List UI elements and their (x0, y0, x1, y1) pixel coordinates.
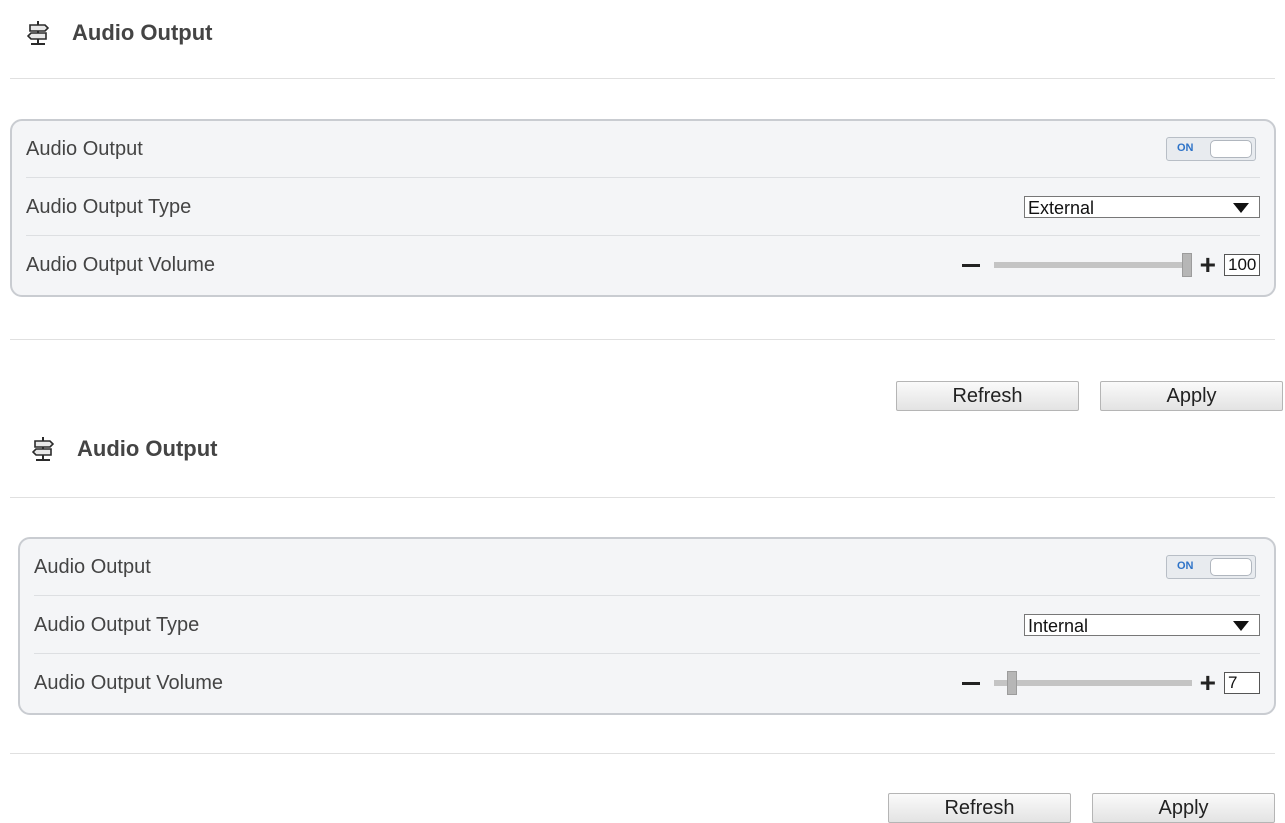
toggle-state-label: ON (1177, 560, 1194, 572)
volume-decrease-button[interactable] (961, 263, 980, 267)
audio-output-type-select[interactable]: Internal (1024, 614, 1260, 636)
volume-slider-thumb[interactable] (1181, 253, 1192, 277)
volume-decrease-button[interactable] (961, 681, 980, 685)
signpost-icon (32, 436, 54, 462)
volume-slider-thumb[interactable] (1006, 671, 1017, 695)
divider (10, 78, 1275, 79)
setting-label: Audio Output (26, 137, 143, 160)
volume-slider-track[interactable] (993, 671, 1192, 695)
setting-label: Audio Output (34, 555, 151, 578)
settings-group: Audio Output ON Audio Output Type Intern… (18, 537, 1276, 715)
setting-label: Audio Output Volume (34, 671, 224, 694)
refresh-button[interactable]: Refresh (888, 793, 1071, 823)
divider (10, 497, 1275, 498)
volume-increase-button[interactable]: + (1200, 669, 1216, 697)
toggle-state-label: ON (1177, 142, 1194, 154)
audio-output-toggle[interactable]: ON (1166, 137, 1256, 161)
setting-row-audio-output-volume: Audio Output Volume + 7 (34, 655, 1260, 711)
dropdown-arrow-icon (1233, 203, 1249, 213)
section-header: Audio Output (27, 18, 213, 48)
select-value: External (1028, 198, 1095, 218)
setting-row-audio-output: Audio Output ON (34, 539, 1260, 596)
volume-value-input[interactable]: 100 (1224, 254, 1260, 276)
volume-value-input[interactable]: 7 (1224, 672, 1260, 694)
toggle-knob (1210, 140, 1252, 158)
divider (10, 339, 1275, 340)
divider (10, 753, 1275, 754)
section-title: Audio Output (72, 20, 213, 45)
setting-label: Audio Output Type (34, 613, 200, 636)
refresh-button[interactable]: Refresh (896, 381, 1079, 411)
setting-row-audio-output-volume: Audio Output Volume + 100 (26, 237, 1260, 293)
audio-output-toggle[interactable]: ON (1166, 555, 1256, 579)
toggle-knob (1210, 558, 1252, 576)
dropdown-arrow-icon (1233, 621, 1249, 631)
setting-row-audio-output: Audio Output ON (26, 121, 1260, 178)
section-header: Audio Output (32, 434, 218, 464)
setting-row-audio-output-type: Audio Output Type External (26, 179, 1260, 236)
apply-button[interactable]: Apply (1092, 793, 1275, 823)
setting-row-audio-output-type: Audio Output Type Internal (34, 597, 1260, 654)
setting-label: Audio Output Volume (26, 253, 216, 276)
signpost-icon (27, 20, 49, 46)
section-title: Audio Output (77, 436, 218, 461)
apply-button[interactable]: Apply (1100, 381, 1283, 411)
select-value: Internal (1028, 616, 1089, 636)
setting-label: Audio Output Type (26, 195, 192, 218)
volume-slider-track[interactable] (993, 253, 1192, 277)
volume-increase-button[interactable]: + (1200, 251, 1216, 279)
audio-output-type-select[interactable]: External (1024, 196, 1260, 218)
settings-group: Audio Output ON Audio Output Type Extern… (10, 119, 1276, 297)
